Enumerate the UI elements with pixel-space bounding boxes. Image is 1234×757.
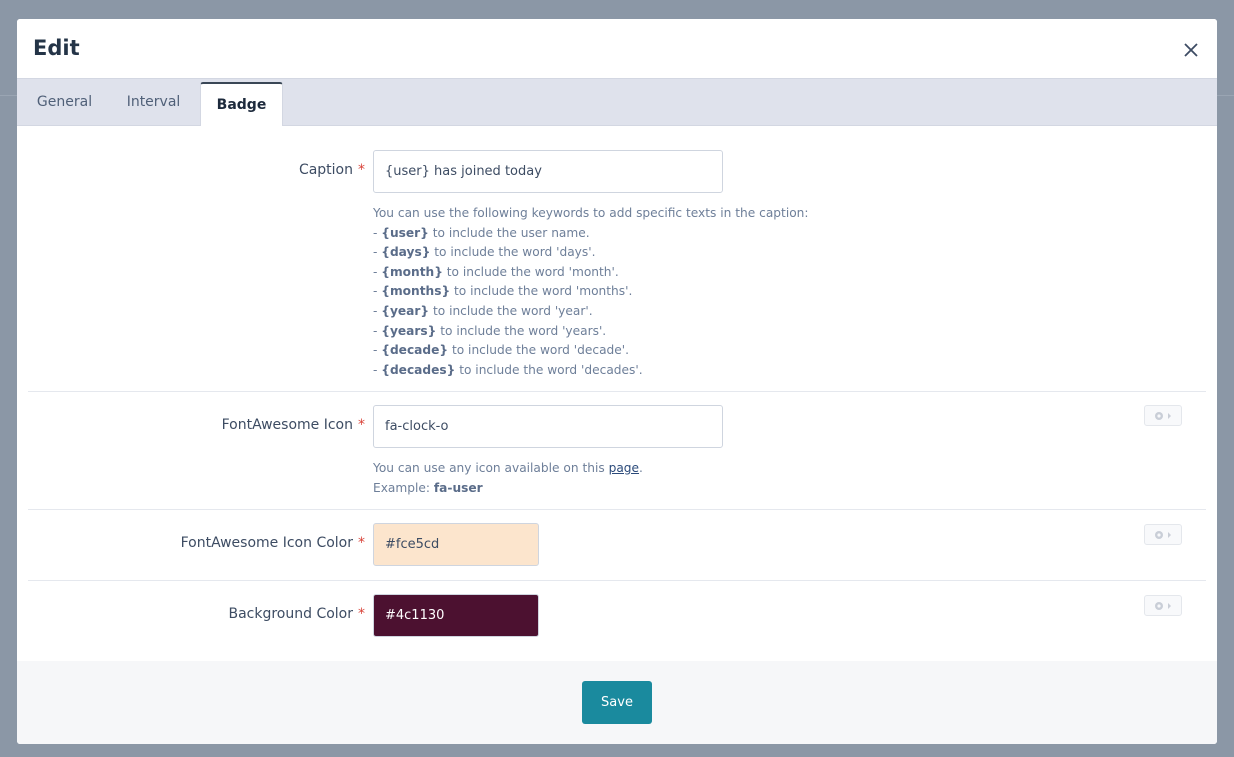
icon-help-text: You can use any icon available on this: [373, 461, 609, 475]
keyword-description: to include the word 'months'.: [450, 284, 633, 299]
keyword-token: {days}: [381, 245, 431, 260]
gear-icon: [1155, 412, 1171, 420]
row-divider: [28, 580, 1206, 581]
keyword-token: {month}: [381, 264, 443, 279]
icon-help: You can use any icon available on this p…: [373, 459, 643, 498]
background-color-input[interactable]: [373, 594, 539, 637]
background-color-label: Background Color *: [228, 606, 365, 622]
icon-page-link[interactable]: page: [609, 461, 639, 475]
keyword-description: to include the word 'years'.: [436, 323, 607, 338]
keyword-token: {decades}: [381, 362, 456, 377]
keyword-description: to include the word 'year'.: [429, 303, 593, 318]
caption-input[interactable]: [373, 150, 723, 193]
caption-label-text: Caption: [298, 162, 353, 178]
close-icon[interactable]: [1182, 41, 1200, 59]
caption-help: You can use the following keywords to ad…: [373, 204, 809, 380]
form-content: Caption * You can use the following keywo…: [17, 126, 1217, 661]
example-label: Example:: [373, 480, 434, 495]
row-divider: [28, 391, 1206, 392]
keyword-description: to include the word 'decade'.: [448, 343, 630, 358]
keyword-item: - {month} to include the word 'month'.: [373, 263, 809, 283]
required-mark: *: [358, 606, 365, 622]
tab-badge[interactable]: Badge: [200, 82, 283, 128]
keyword-description: to include the user name.: [428, 225, 590, 240]
keyword-item: - {days} to include the word 'days'.: [373, 243, 809, 263]
dialog-title: Edit: [33, 36, 80, 60]
keyword-item: - {decades} to include the word 'decades…: [373, 361, 809, 381]
keyword-token: {decade}: [381, 343, 449, 358]
keyword-token: {user}: [381, 225, 429, 240]
keyword-item: - {year} to include the word 'year'.: [373, 302, 809, 322]
keyword-description: to include the word 'days'.: [430, 245, 596, 260]
icon-label: FontAwesome Icon *: [222, 417, 365, 433]
dialog-footer: Save: [17, 661, 1217, 744]
gear-icon: [1155, 531, 1171, 539]
row-divider: [28, 509, 1206, 510]
example-value: fa-user: [433, 480, 483, 495]
background-color-label-text: Background Color: [228, 606, 353, 622]
icon-color-options-button[interactable]: [1144, 524, 1182, 545]
tab-bar: General Interval Badge: [17, 78, 1217, 128]
caption-label: Caption *: [299, 162, 365, 178]
keyword-description: to include the word 'month'.: [442, 264, 619, 279]
required-mark: *: [358, 417, 365, 433]
keyword-description: to include the word 'decades'.: [455, 362, 643, 377]
required-mark: *: [358, 535, 365, 551]
keyword-item: - {years} to include the word 'years'.: [373, 322, 809, 342]
required-mark: *: [358, 162, 365, 178]
gear-icon: [1155, 602, 1171, 610]
keyword-item: - {user} to include the user name.: [373, 224, 809, 244]
icon-input[interactable]: [373, 405, 723, 448]
edit-dialog: Edit General Interval Badge Caption * You…: [17, 19, 1217, 744]
keyword-list: - {user} to include the user name. - {day…: [373, 224, 809, 381]
icon-color-label: FontAwesome Icon Color *: [181, 535, 365, 551]
background-color-options-button[interactable]: [1144, 595, 1182, 616]
keyword-token: {months}: [381, 284, 451, 299]
keyword-token: {year}: [381, 303, 430, 318]
keyword-item: - {decade} to include the word 'decade'.: [373, 341, 809, 361]
dialog-header: Edit: [17, 19, 1217, 78]
icon-options-button[interactable]: [1144, 405, 1182, 426]
save-button[interactable]: Save: [582, 681, 652, 724]
icon-help-end: .: [639, 461, 643, 475]
icon-label-text: FontAwesome Icon: [221, 417, 353, 433]
tab-general[interactable]: General: [17, 79, 112, 126]
keyword-item: - {months} to include the word 'months'.: [373, 282, 809, 302]
icon-color-label-text: FontAwesome Icon Color: [180, 535, 353, 551]
tab-interval[interactable]: Interval: [112, 79, 195, 126]
icon-color-input[interactable]: [373, 523, 539, 566]
caption-help-intro: You can use the following keywords to ad…: [373, 206, 809, 220]
keyword-token: {years}: [381, 323, 437, 338]
